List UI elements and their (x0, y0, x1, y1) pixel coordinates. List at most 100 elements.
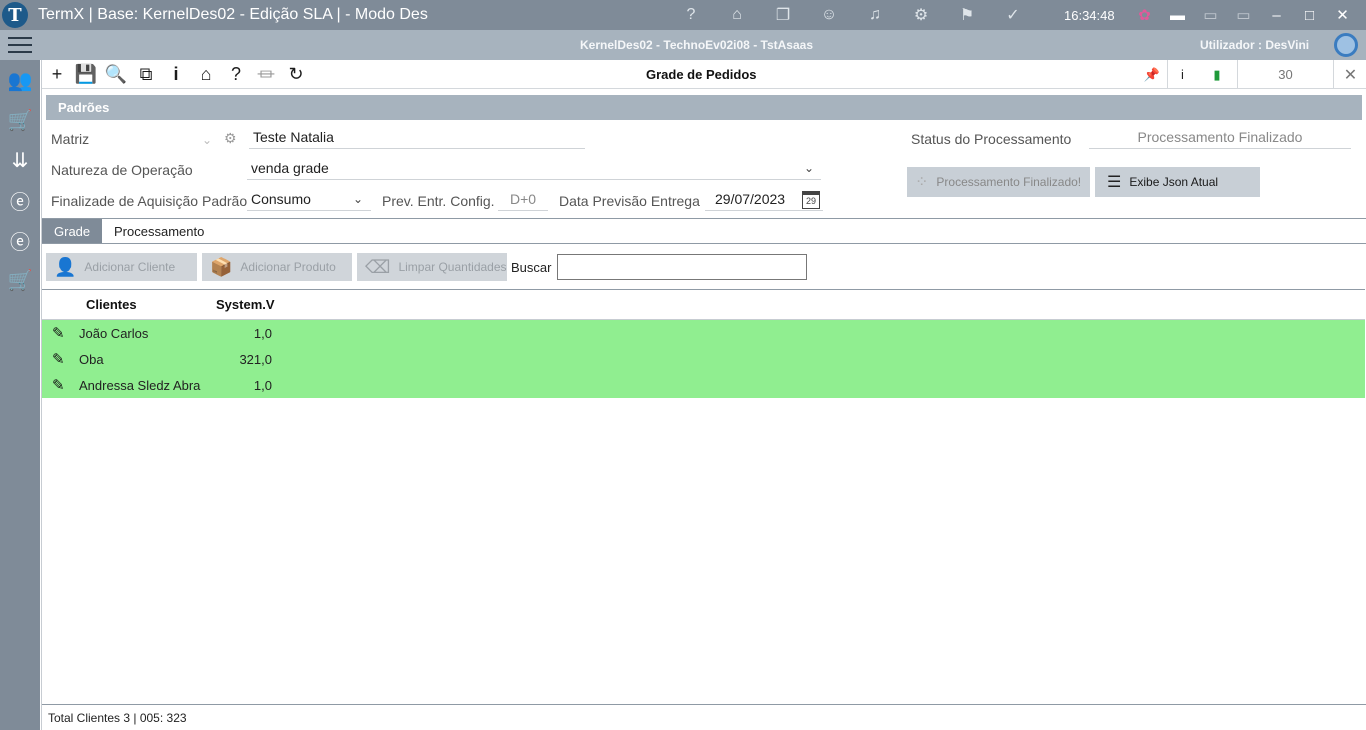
ecommerce-settings-icon[interactable]: ⓔ (0, 220, 40, 260)
maximize-icon[interactable]: □ (1293, 7, 1326, 24)
tab-bar: Grade Processamento (42, 218, 1366, 244)
gear-icon[interactable]: ⚙ (898, 5, 944, 25)
bank-icon[interactable]: ⏛ (253, 63, 279, 85)
calendar-icon[interactable]: 29 (802, 191, 820, 209)
info-icon[interactable]: i (163, 63, 189, 85)
clear-quantities-label: Limpar Quantidades (398, 260, 507, 274)
monitor-icon[interactable]: ▭ (1227, 6, 1260, 24)
search-label: Buscar (511, 260, 552, 275)
cart-download-icon[interactable]: ⇊ (0, 140, 40, 180)
box-icon: 📦 (210, 256, 233, 277)
natureza-label: Natureza de Operação (51, 162, 193, 178)
window-title: TermX | Base: KernelDes02 - Edição SLA |… (38, 6, 428, 23)
bell-icon[interactable]: ♫ (852, 6, 898, 24)
client-name: Oba (79, 352, 104, 367)
pin-icon[interactable]: 📌 (1137, 60, 1167, 89)
add-client-button[interactable]: 👤 Adicionar Cliente (46, 253, 197, 281)
add-client-label: Adicionar Cliente (84, 260, 176, 274)
section-header: Padrões (46, 95, 1362, 120)
tab-processamento[interactable]: Processamento (102, 219, 216, 243)
report-icon[interactable]: ⌂ (193, 63, 219, 85)
toolbar: + 💾 🔍 ⧉ i ⌂ ? ⏛ ↻ Grade de Pedidos 📌 i ▮… (42, 60, 1366, 89)
stack-icon: ☰ (1107, 174, 1122, 191)
color-wheel-icon[interactable]: ✿ (1128, 6, 1161, 24)
close-form-icon[interactable]: ✕ (1333, 60, 1366, 89)
processamento-button-label: Processamento Finalizado! (936, 175, 1082, 189)
edit-pencil-icon[interactable]: ✎ (52, 324, 65, 342)
clients-grid: Clientes System.V ✎ João Carlos 1,0 ✎ Ob… (42, 289, 1365, 699)
clients-icon[interactable]: 👥 (0, 60, 40, 100)
client-value: 321,0 (239, 352, 272, 367)
client-name: Andressa Sledz Abra (79, 378, 201, 393)
finalidade-label: Finalizade de Aquisição Padrão (51, 193, 248, 209)
client-name: João Carlos (79, 326, 149, 341)
processamento-finalizado-button[interactable]: ⁘ Processamento Finalizado! (907, 167, 1090, 197)
table-row[interactable]: ✎ Oba 321,0 (42, 346, 1365, 372)
windows-icon[interactable]: ❐ (760, 5, 806, 25)
camera-icon[interactable]: ▬ (1161, 7, 1194, 24)
matriz-field[interactable]: Teste Natalia (249, 127, 585, 149)
window-controls: ✿ ▬ ▭ ▭ – □ ✕ (1128, 0, 1359, 30)
restore-small-icon[interactable]: ▭ (1194, 6, 1227, 24)
clock: 16:34:48 (1064, 8, 1115, 23)
prev-entr-label: Prev. Entr. Config. (382, 193, 495, 209)
cart-icon[interactable]: 🛒 (0, 100, 40, 140)
form-title: Grade de Pedidos (646, 67, 757, 82)
add-product-label: Adicionar Produto (240, 260, 336, 274)
help-icon[interactable]: ? (223, 63, 249, 85)
eraser-icon: ⌫ (365, 256, 391, 277)
person-icon: 👤 (54, 256, 77, 277)
matriz-label: Matriz (51, 131, 90, 147)
footer-summary: Total Clientes 3 | 005: 323 (42, 704, 1366, 730)
cart-filter-icon[interactable]: 🛒 (0, 260, 40, 300)
prev-entr-field[interactable]: D+0 (498, 189, 548, 211)
edit-pencil-icon[interactable]: ✎ (52, 376, 65, 394)
exibe-json-button[interactable]: ☰ Exibe Json Atual (1095, 167, 1260, 197)
add-icon[interactable]: + (44, 63, 70, 85)
natureza-select[interactable]: venda grade (247, 158, 821, 180)
matriz-chevron-icon[interactable]: ⌄ (202, 133, 212, 147)
search-icon[interactable]: 🔍 (103, 63, 129, 85)
title-bar-icons: ? ⌂ ❐ ☺ ♫ ⚙ ⚑ ✓ (668, 0, 1036, 30)
edit-pencil-icon[interactable]: ✎ (52, 350, 65, 368)
data-prev-label: Data Previsão Entrega (559, 193, 700, 209)
info-small-button[interactable]: i (1167, 60, 1197, 89)
check-icon[interactable]: ✓ (990, 5, 1036, 25)
clear-quantities-button[interactable]: ⌫ Limpar Quantidades (357, 253, 507, 281)
title-bar: T TermX | Base: KernelDes02 - Edição SLA… (0, 0, 1366, 30)
status-field: Processamento Finalizado (1089, 127, 1351, 149)
user-icon[interactable]: ☺ (806, 6, 852, 24)
table-row[interactable]: ✎ João Carlos 1,0 (42, 320, 1365, 346)
app-logo: T (0, 0, 30, 30)
natureza-chevron-icon[interactable]: ⌄ (804, 161, 814, 175)
menu-icon[interactable] (8, 37, 32, 58)
status-label: Status do Processamento (911, 131, 1072, 147)
copy-icon[interactable]: ⧉ (133, 63, 159, 85)
bookmark-icon[interactable]: ▮ (1197, 60, 1237, 89)
main-content: + 💾 🔍 ⧉ i ⌂ ? ⏛ ↻ Grade de Pedidos 📌 i ▮… (41, 60, 1366, 730)
finalidade-chevron-icon[interactable]: ⌄ (353, 192, 363, 206)
add-product-button[interactable]: 📦 Adicionar Produto (202, 253, 352, 281)
left-sidebar: 👥 🛒 ⇊ ⓔ ⓔ 🛒 (0, 60, 40, 730)
question-icon[interactable]: ? (668, 6, 714, 24)
page-count: 30 (1237, 60, 1333, 89)
minimize-icon[interactable]: – (1260, 7, 1293, 24)
close-window-icon[interactable]: ✕ (1326, 6, 1359, 24)
client-value: 1,0 (253, 378, 272, 393)
settings-gear-icon[interactable] (1334, 33, 1358, 57)
table-row[interactable]: ✎ Andressa Sledz Abra 1,0 (42, 372, 1365, 398)
tab-grade[interactable]: Grade (42, 219, 103, 243)
context-bar: KernelDes02 - TechnoEv02i08 - TstAsaas U… (0, 30, 1366, 60)
flag-icon[interactable]: ⚑ (944, 5, 990, 25)
ecommerce-icon[interactable]: ⓔ (0, 180, 40, 220)
matriz-gear-icon[interactable]: ⚙ (224, 130, 237, 147)
spinner-icon: ⁘ (915, 174, 929, 191)
save-icon[interactable]: 💾 (73, 63, 99, 85)
column-system-v[interactable]: System.V (216, 297, 275, 312)
refresh-icon[interactable]: ↻ (283, 63, 309, 85)
column-clientes[interactable]: Clientes (86, 297, 137, 312)
bank-icon[interactable]: ⌂ (714, 6, 760, 24)
user-label: Utilizador : DesVini (1200, 38, 1310, 52)
search-input[interactable] (557, 254, 807, 280)
context-label: KernelDes02 - TechnoEv02i08 - TstAsaas (580, 38, 813, 52)
